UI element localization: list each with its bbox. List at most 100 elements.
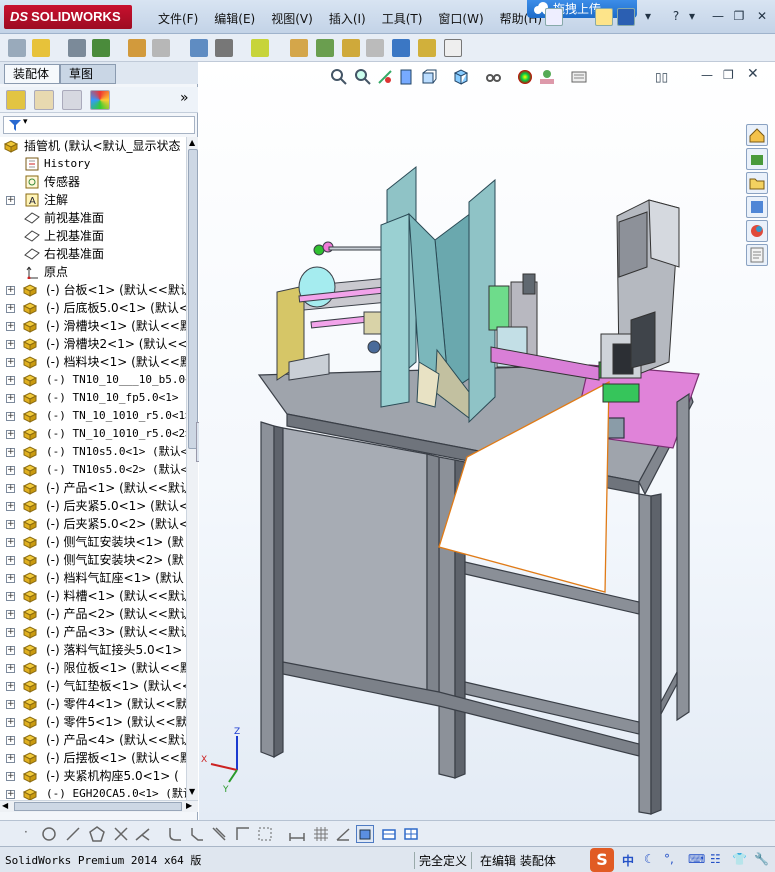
custom-properties-icon[interactable]	[746, 244, 768, 266]
new-motion-study-icon[interactable]	[290, 39, 308, 57]
chevron-down-icon[interactable]: ▾	[640, 9, 656, 23]
tree-node[interactable]: 右视基准面	[0, 245, 186, 263]
expand-toggle-icon[interactable]: +	[6, 682, 15, 691]
expand-toggle-icon[interactable]: +	[6, 196, 15, 205]
tools-icon[interactable]: 🔧	[754, 852, 769, 866]
move-component-icon[interactable]	[152, 39, 170, 57]
configuration-manager-icon[interactable]	[62, 90, 82, 110]
tree-part-row[interactable]: + (-) 后底板5.0<1> (默认<<	[0, 299, 186, 317]
tab-sketch[interactable]: 草图	[60, 64, 116, 84]
tree-part-row[interactable]: + (-) TN10s5.0<2> (默认<<	[0, 461, 186, 479]
tree-part-row[interactable]: + (-) 落料气缸接头5.0<1>	[0, 641, 186, 659]
menu-view[interactable]: 视图(V)	[263, 8, 321, 29]
scroll-up-icon[interactable]: ▲	[189, 138, 195, 147]
expand-toggle-icon[interactable]: +	[6, 556, 15, 565]
component-icon[interactable]	[8, 39, 26, 57]
keyboard-icon[interactable]: ⌨	[688, 852, 705, 866]
expand-toggle-icon[interactable]: +	[6, 286, 15, 295]
expand-toggle-icon[interactable]: +	[6, 538, 15, 547]
tree-node[interactable]: 原点	[0, 263, 186, 281]
circle-icon[interactable]	[40, 825, 58, 843]
construction-icon[interactable]	[256, 825, 274, 843]
tree-node[interactable]: History	[0, 155, 186, 173]
expand-toggle-icon[interactable]: +	[6, 610, 15, 619]
tree-part-row[interactable]: + (-) 档料气缸座<1> (默认	[0, 569, 186, 587]
tree-node[interactable]: + A 注解	[0, 191, 186, 209]
bill-of-materials-icon[interactable]	[316, 39, 334, 57]
expand-toggle-icon[interactable]: +	[6, 628, 15, 637]
file-explorer-icon[interactable]	[746, 172, 768, 194]
tree-part-row[interactable]: + (-) 台板<1> (默认<<默认	[0, 281, 186, 299]
filter-dropdown-icon[interactable]: ▾	[23, 117, 28, 127]
expand-toggle-icon[interactable]: +	[6, 592, 15, 601]
new-document-icon[interactable]	[545, 8, 563, 26]
property-manager-icon[interactable]	[34, 90, 54, 110]
skin-icon[interactable]: ☷	[710, 852, 721, 866]
expand-toggle-icon[interactable]: +	[6, 322, 15, 331]
tree-part-row[interactable]: + (-) 产品<4> (默认<<默认	[0, 731, 186, 749]
grid-icon[interactable]	[312, 825, 330, 843]
smart-fasteners-icon[interactable]	[128, 39, 146, 57]
tree-horizontal-scrollbar[interactable]: ◀ ▶	[0, 800, 198, 812]
tree-part-row[interactable]: + (-) 滑槽块2<1> (默认<<	[0, 335, 186, 353]
chamfer-icon[interactable]	[188, 825, 206, 843]
sketch-plane-icon[interactable]	[380, 825, 398, 843]
linear-pattern-icon[interactable]	[92, 39, 110, 57]
expand-toggle-icon[interactable]: +	[6, 394, 15, 403]
convert-entities-icon[interactable]	[234, 825, 252, 843]
tree-part-row[interactable]: + (-) 零件5<1> (默认<<默认	[0, 713, 186, 731]
appearances-icon[interactable]	[746, 220, 768, 242]
tree-part-row[interactable]: + (-) 产品<2> (默认<<默认	[0, 605, 186, 623]
interference-icon[interactable]	[392, 39, 410, 57]
tree-part-row[interactable]: + (-) TN_10_1010_r5.0<1>	[0, 407, 186, 425]
tree-part-row[interactable]: + (-) 档料块<1> (默认<<默	[0, 353, 186, 371]
scroll-thumb[interactable]	[188, 149, 198, 449]
display-manager-icon[interactable]	[90, 90, 110, 110]
ime-language-toggle[interactable]: 中	[622, 852, 634, 869]
tree-part-row[interactable]: + (-) 料槽<1> (默认<<默认	[0, 587, 186, 605]
assembly-model[interactable]	[199, 62, 775, 820]
tree-part-row[interactable]: + (-) 气缸垫板<1> (默认<<	[0, 677, 186, 695]
mate-icon[interactable]	[68, 39, 86, 57]
solidworks-logo[interactable]: DS SOLIDWORKS	[4, 5, 132, 29]
tree-part-row[interactable]: + (-) 后夹紧5.0<2> (默认<	[0, 515, 186, 533]
minimize-icon[interactable]: —	[710, 9, 726, 23]
expand-toggle-icon[interactable]: +	[6, 700, 15, 709]
insert-component-icon[interactable]	[32, 39, 50, 57]
expand-toggle-icon[interactable]: +	[6, 412, 15, 421]
menu-insert[interactable]: 插入(I)	[321, 8, 374, 29]
home-icon[interactable]	[746, 124, 768, 146]
tree-part-row[interactable]: + (-) TN10_10_fp5.0<1> (	[0, 389, 186, 407]
assembly-features-icon[interactable]	[215, 39, 233, 57]
trim-icon[interactable]	[112, 825, 130, 843]
filter-bar[interactable]: ▾	[3, 116, 195, 134]
expand-toggle-icon[interactable]: +	[6, 772, 15, 781]
tree-part-row[interactable]: + (-) 后夹紧5.0<1> (默认<<	[0, 497, 186, 515]
tree-part-row[interactable]: + (-) 侧气缸安装块<2> (默	[0, 551, 186, 569]
expand-toggle-icon[interactable]: +	[6, 754, 15, 763]
help-icon[interactable]: ?	[668, 9, 684, 23]
expand-toggle-icon[interactable]: +	[6, 718, 15, 727]
dimension-icon[interactable]	[288, 825, 306, 843]
tree-part-row[interactable]: + (-) 产品<1> (默认<<默认	[0, 479, 186, 497]
expand-toggle-icon[interactable]: +	[6, 574, 15, 583]
expand-toggle-icon[interactable]: +	[6, 736, 15, 745]
tree-part-row[interactable]: + (-) 滑槽块<1> (默认<<默	[0, 317, 186, 335]
expand-toggle-icon[interactable]: +	[6, 304, 15, 313]
tree-node[interactable]: 上视基准面	[0, 227, 186, 245]
expand-toggle-icon[interactable]: +	[6, 466, 15, 475]
tree-part-row[interactable]: + (-) TN10_10___10_b5.0<1	[0, 371, 186, 389]
clearance-icon[interactable]	[418, 39, 436, 57]
expand-toggle-icon[interactable]: +	[6, 448, 15, 457]
expand-toggle-icon[interactable]: +	[6, 484, 15, 493]
fillet-icon[interactable]	[166, 825, 184, 843]
tree-root[interactable]: 插管机 (默认<默认_显示状态	[0, 137, 186, 155]
expand-toggle-icon[interactable]: +	[6, 646, 15, 655]
tree-part-row[interactable]: + (-) 限位板<1> (默认<<默	[0, 659, 186, 677]
hscroll-thumb[interactable]	[14, 802, 182, 811]
graphics-area[interactable]: ▯▯ — ❐ ✕ Z X Y	[199, 62, 775, 820]
filter-icon[interactable]	[8, 119, 22, 132]
extend-icon[interactable]	[134, 825, 152, 843]
tree-node[interactable]: 传感器	[0, 173, 186, 191]
expand-toggle-icon[interactable]: +	[6, 430, 15, 439]
